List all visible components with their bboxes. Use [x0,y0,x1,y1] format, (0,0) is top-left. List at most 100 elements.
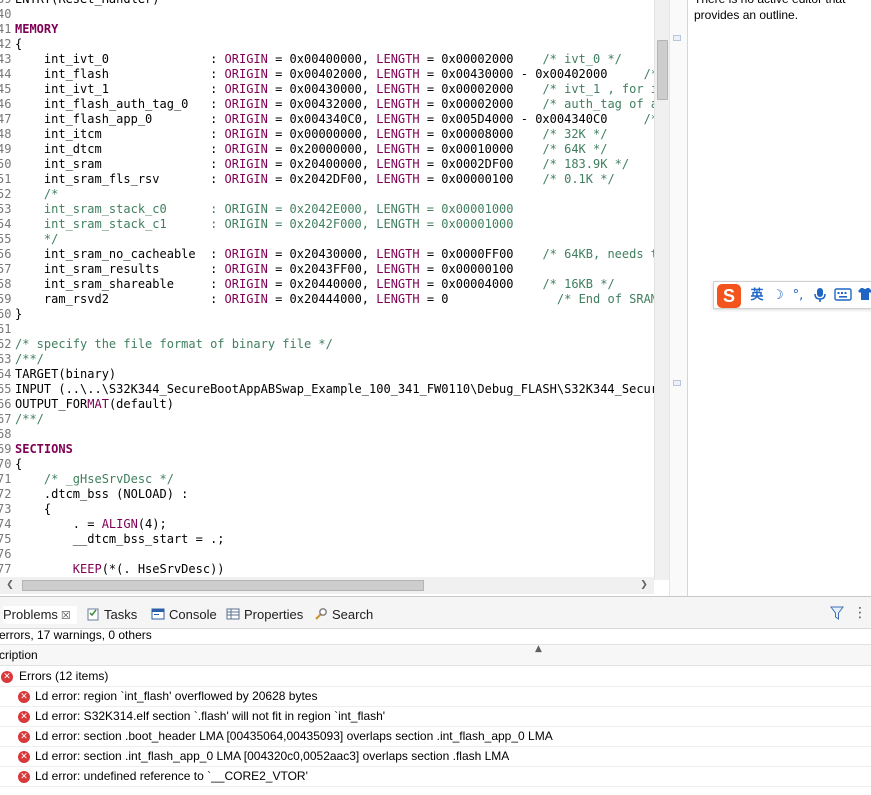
code-token: LENGTH [376,247,420,261]
skin-icon[interactable] [856,287,871,305]
microphone-icon[interactable] [812,287,828,305]
code-line[interactable]: 55 */ [0,232,654,247]
code-line[interactable]: 76 [0,547,654,562]
code-line[interactable]: 69 SECTIONS [0,442,654,457]
keyboard-icon[interactable] [834,287,852,305]
code-line[interactable]: 49 int_dtcm : ORIGIN = 0x20000000, LENGT… [0,142,654,157]
code-line[interactable]: 66 OUTPUT_FORMAT(default) [0,397,654,412]
error-row[interactable]: ✕ Ld error: section .boot_header LMA [004… [0,727,871,747]
code-line[interactable]: 62/* specify the file format of binary f… [0,337,654,352]
code-line[interactable]: 75 __dtcm_bss_start = .; [0,532,654,547]
line-number: 67 [0,412,12,426]
ime-language-toggle[interactable]: 英 [748,287,766,305]
code-token: = 0x20430000, [267,247,377,261]
line-number: 44 [0,67,12,81]
close-icon[interactable]: ☒ [61,610,71,622]
tab-search-label: Search [332,607,374,622]
code-token: LENGTH [376,172,420,186]
ime-toolbar[interactable]: S 英 ☽ °, [713,281,871,309]
view-menu-icon[interactable]: ⋮ [853,605,867,621]
code-line[interactable]: 56 int_sram_no_cacheable : ORIGIN = 0x20… [0,247,654,262]
code-line[interactable]: 77 KEEP(*(. HseSrvDesc)) [0,562,654,576]
code-token: /* ivt_1 , for iv [542,82,654,96]
code-line[interactable]: 51 int_sram_fls_rsv : ORIGIN = 0x2042DF0… [0,172,654,187]
code-line[interactable]: 72 .dtcm_bss (NOLOAD) : [0,487,654,502]
code-line[interactable]: 68 [0,427,654,442]
code-line[interactable]: 52 /* [0,187,654,202]
line-text: int_flash : ORIGIN = 0x00402000, LENGTH … [15,67,654,82]
tab-properties[interactable]: Properties [226,606,303,624]
code-line[interactable]: 45 int_ivt_1 : ORIGIN = 0x00430000, LENG… [0,82,654,97]
overview-ruler[interactable] [669,0,687,596]
code-line[interactable]: 48 int_itcm : ORIGIN = 0x00000000, LENGT… [0,127,654,142]
code-token: LENGTH [376,292,420,306]
code-area[interactable]: 39 ENTRY(Reset_Handler)4041MEMORY42{43 in… [0,0,654,576]
tab-tasks[interactable]: Tasks [86,606,137,624]
code-token: int_flash : [15,67,225,81]
error-group-row[interactable]: ✕ Errors (12 items) [0,667,871,687]
line-text: } [15,307,22,322]
code-line[interactable]: 44 int_flash : ORIGIN = 0x00402000, LENG… [0,67,654,82]
code-line[interactable]: 61 [0,322,654,337]
line-text: int_itcm : ORIGIN = 0x00000000, LENGTH =… [15,127,608,142]
code-token: /* 64K */ [542,142,608,156]
code-token: OUTPUT_FOR [15,397,88,411]
punctuation-icon[interactable]: °, [790,287,806,305]
code-line[interactable]: 58 int_sram_shareable : ORIGIN = 0x20440… [0,277,654,292]
code-line[interactable]: 40 [0,7,654,22]
code-line[interactable]: 46 int_flash_auth_tag_0 : ORIGIN = 0x004… [0,97,654,112]
code-line[interactable]: 43 int_ivt_0 : ORIGIN = 0x00400000, LENG… [0,52,654,67]
problems-list[interactable]: ✕ Errors (12 items) ✕ Ld error: region `int… [0,667,871,787]
editor-vertical-scrollbar[interactable] [654,0,669,580]
tab-console[interactable]: Console [151,606,217,624]
code-line[interactable]: 65 INPUT (..\..\S32K344_SecureBootAppABSw… [0,382,654,397]
error-row[interactable]: ✕ Ld error: region `int_flash' overflowed… [0,687,871,707]
code-line[interactable]: 50 int_sram : ORIGIN = 0x20400000, LENGT… [0,157,654,172]
error-row[interactable]: ✕ Ld error: S32K314.elf section `.flash' … [0,707,871,727]
editor-horizontal-scrollbar[interactable]: ❮ ❯ [0,577,654,594]
ruler-marker[interactable] [673,380,681,386]
code-token: /* 183.9K */ [542,157,630,171]
code-token: /* _gHseSrvDesc */ [15,472,174,486]
code-line[interactable]: 53 int_sram_stack_c0 : ORIGIN = 0x2042E0… [0,202,654,217]
code-token: /**/ [15,412,44,426]
tab-search[interactable]: Search [314,606,373,624]
tab-properties-label: Properties [244,607,304,622]
code-token: int_ivt_1 : [15,82,225,96]
code-line[interactable]: 71 /* _gHseSrvDesc */ [0,472,654,487]
code-line[interactable]: 59 ram_rsvd2 : ORIGIN = 0x20444000, LENG… [0,292,654,307]
code-line[interactable]: 63/**/ [0,352,654,367]
tab-problems[interactable]: Problems ☒ [3,606,77,624]
scroll-right-arrow-icon[interactable]: ❯ [638,579,650,591]
code-line[interactable]: 74 . = ALIGN(4); [0,517,654,532]
code-line[interactable]: 41 MEMORY [0,22,654,37]
moon-icon[interactable]: ☽ [770,287,786,305]
error-row[interactable]: ✕ Ld error: undefined reference to `__COR… [0,767,871,787]
column-header-description[interactable]: scription ▲ [0,644,871,666]
scroll-left-arrow-icon[interactable]: ❮ [4,579,16,591]
filter-icon[interactable] [829,605,845,621]
code-line[interactable]: 73 { [0,502,654,517]
line-text: /* [15,187,58,202]
code-line[interactable]: 47 int_flash_app_0 : ORIGIN = 0x004340C0… [0,112,654,127]
code-editor[interactable]: 39 ENTRY(Reset_Handler)4041MEMORY42{43 in… [0,0,669,596]
line-number: 39 [0,0,11,7]
code-line[interactable]: 64 TARGET(binary) [0,367,654,382]
code-token: ORIGIN [224,127,268,141]
sogou-logo-icon[interactable]: S [717,284,741,308]
editor-horizontal-scroll-thumb[interactable] [22,580,424,591]
error-row[interactable]: ✕ Ld error: section .int_flash_app_0 LMA … [0,747,871,767]
code-line[interactable]: 67/**/ [0,412,654,427]
line-number: 71 [0,472,12,486]
error-icon: ✕ [1,671,13,683]
code-token: = 0x00004000 [419,277,543,291]
line-text: ENTRY(Reset_Handler) [15,0,160,7]
code-line[interactable]: 39 ENTRY(Reset_Handler) [0,0,654,7]
code-line[interactable]: 54 int_sram_stack_c1 : ORIGIN = 0x2042F0… [0,217,654,232]
code-line[interactable]: 70{ [0,457,654,472]
ruler-marker[interactable] [673,35,681,41]
editor-vertical-scroll-thumb[interactable] [657,40,668,100]
code-line[interactable]: 57 int_sram_results : ORIGIN = 0x2043FF0… [0,262,654,277]
code-line[interactable]: 60} [0,307,654,322]
code-line[interactable]: 42{ [0,37,654,52]
